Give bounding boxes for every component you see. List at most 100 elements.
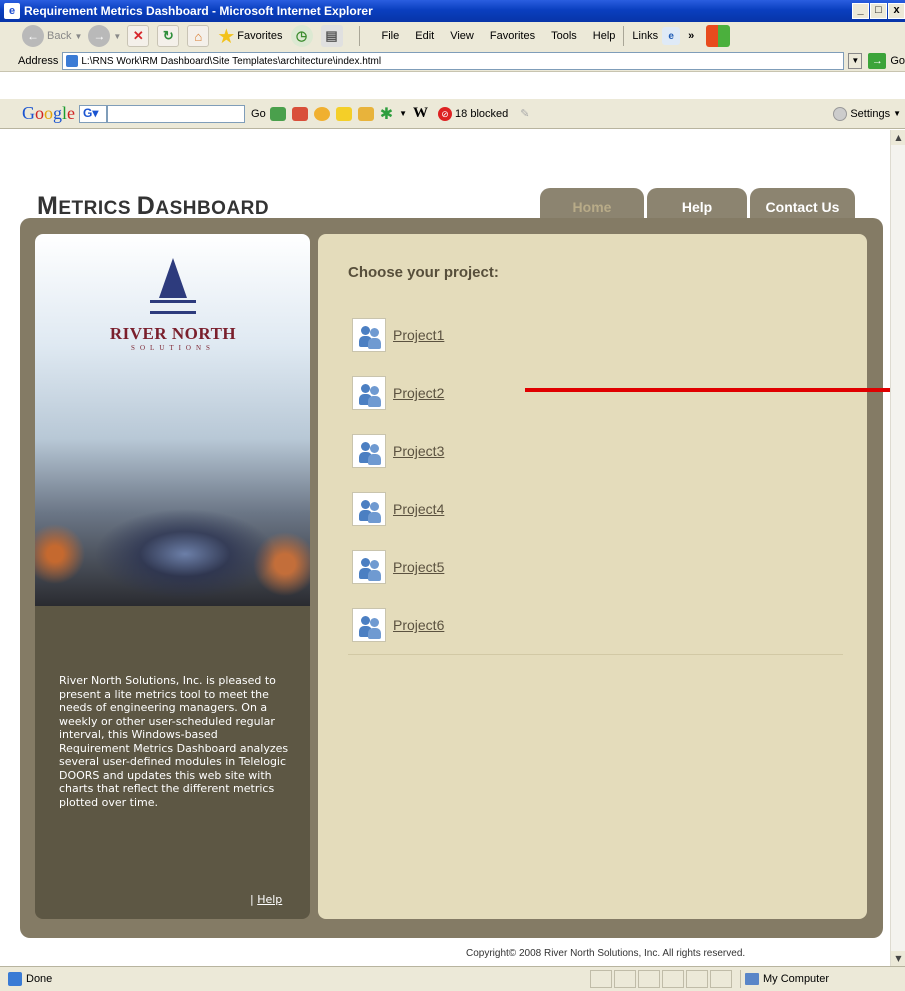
print-icon[interactable]: ▤: [320, 25, 343, 47]
menu-bar: File Edit View Favorites Tools Help: [382, 30, 616, 42]
content-divider: [348, 654, 843, 655]
users-icon[interactable]: [352, 376, 386, 410]
back-arrow-icon: ←: [22, 25, 44, 47]
google-toolbar: Google G▾ Go ✱ ▼ W ⊘ 18 blocked ✎ Settin…: [0, 99, 905, 129]
users-icon[interactable]: [352, 492, 386, 526]
vertical-scrollbar[interactable]: ▲ ▼: [890, 130, 905, 966]
sidebar-help: | Help: [250, 893, 282, 906]
close-window-button[interactable]: x: [888, 3, 905, 19]
status-pane: [638, 970, 660, 988]
menu-view[interactable]: View: [450, 30, 474, 42]
status-pane: [686, 970, 708, 988]
windows-logo-icon: [706, 25, 731, 47]
sidebar: RIVER NORTH SOLUTIONS River North Soluti…: [35, 234, 310, 919]
page-icon: [66, 55, 79, 67]
back-dropdown-icon[interactable]: ▼: [74, 32, 82, 41]
zone-label: My Computer: [763, 973, 830, 985]
status-text: Done: [26, 973, 53, 985]
list-item: Project2: [352, 364, 444, 422]
project-link-5[interactable]: Project5: [393, 559, 444, 575]
minimize-button[interactable]: _: [852, 3, 869, 19]
links-button[interactable]: Links: [632, 30, 658, 42]
chevron-more-icon[interactable]: »: [688, 30, 694, 42]
highlight-icon[interactable]: [335, 106, 352, 121]
project-link-4[interactable]: Project4: [393, 501, 444, 517]
scroll-down-icon[interactable]: ▼: [891, 951, 905, 966]
news-icon[interactable]: [291, 106, 308, 121]
copyright-text: Copyright© 2008 River North Solutions, I…: [466, 948, 746, 959]
status-panes: [590, 970, 732, 988]
forward-button[interactable]: → ▼: [88, 25, 121, 47]
status-pane: [614, 970, 636, 988]
wikipedia-icon[interactable]: W: [413, 105, 428, 122]
refresh-icon[interactable]: ↻: [157, 25, 180, 47]
favorites-button[interactable]: ★ Favorites: [217, 24, 282, 49]
window-title-bar[interactable]: e Requirement Metrics Dashboard - Micros…: [0, 0, 905, 22]
settings-icon: [833, 106, 848, 121]
page-viewport: METRICS DASHBOARD Home Help Contact Us R…: [0, 130, 905, 966]
autofill-icon[interactable]: [357, 106, 374, 121]
toolbar-separator: [623, 26, 625, 46]
spell-check-icon[interactable]: ✱: [380, 104, 393, 124]
choose-project-heading: Choose your project:: [348, 264, 499, 281]
hero-image: RIVER NORTH SOLUTIONS: [35, 234, 310, 606]
window-controls: _ □ x: [852, 3, 905, 19]
project-link-6[interactable]: Project6: [393, 617, 444, 633]
list-item: Project5: [352, 538, 444, 596]
toolbar-separator: [358, 26, 360, 46]
project-link-2[interactable]: Project2: [393, 385, 444, 401]
google-settings-button[interactable]: Settings ▼: [833, 106, 901, 121]
popup-blocker[interactable]: ⊘ 18 blocked: [438, 106, 508, 121]
security-zone[interactable]: My Computer: [740, 970, 829, 988]
google-go-button[interactable]: Go: [251, 108, 266, 120]
forward-arrow-icon: →: [88, 25, 111, 47]
google-menu-button[interactable]: G▾: [79, 104, 108, 123]
status-pane: [662, 970, 684, 988]
compass-icon[interactable]: [313, 106, 330, 121]
back-button[interactable]: ← Back ▼: [22, 25, 82, 47]
ie-icon: e: [4, 3, 20, 19]
menu-help[interactable]: Help: [593, 30, 616, 42]
users-icon[interactable]: [352, 318, 386, 352]
google-logo-icon[interactable]: Google: [22, 103, 75, 124]
waves-icon: [150, 300, 196, 314]
link-page-icon[interactable]: e: [662, 27, 681, 45]
google-toolbar-icons: ✱ ▼ W: [269, 104, 428, 124]
address-label: Address: [18, 55, 59, 67]
sidebar-help-link[interactable]: Help: [257, 893, 282, 906]
history-icon[interactable]: ◷: [290, 25, 313, 47]
list-item: Project4: [352, 480, 444, 538]
pencil-icon[interactable]: ✎: [520, 107, 529, 120]
home-icon[interactable]: ⌂: [187, 25, 210, 47]
menu-edit[interactable]: Edit: [415, 30, 434, 42]
go-arrow-icon: →: [868, 53, 887, 69]
scroll-up-icon[interactable]: ▲: [891, 130, 905, 145]
users-icon[interactable]: [352, 608, 386, 642]
menu-favorites[interactable]: Favorites: [490, 30, 535, 42]
users-icon[interactable]: [352, 550, 386, 584]
list-item: Project6: [352, 596, 444, 654]
maximize-button[interactable]: □: [870, 3, 887, 19]
address-dropdown-icon[interactable]: ▼: [848, 53, 863, 69]
project-link-1[interactable]: Project1: [393, 327, 444, 343]
favorites-star-icon: ★: [217, 25, 236, 48]
users-icon[interactable]: [352, 434, 386, 468]
logo-tagline: SOLUTIONS: [131, 344, 215, 352]
pagerank-icon[interactable]: [269, 106, 286, 121]
options-dropdown-icon[interactable]: ▼: [399, 109, 407, 118]
menu-file[interactable]: File: [382, 30, 400, 42]
address-value: L:\RNS Work\RM Dashboard\Site Templates\…: [81, 55, 382, 67]
project-link-3[interactable]: Project3: [393, 443, 444, 459]
forward-dropdown-icon[interactable]: ▼: [113, 32, 121, 41]
popup-blocked-icon: ⊘: [438, 106, 453, 121]
address-input[interactable]: L:\RNS Work\RM Dashboard\Site Templates\…: [62, 52, 845, 70]
go-button[interactable]: → Go: [868, 53, 905, 69]
status-pane: [710, 970, 732, 988]
river-north-logo: RIVER NORTH SOLUTIONS: [108, 258, 238, 352]
computer-icon: [745, 973, 759, 985]
google-search-input[interactable]: [107, 104, 246, 123]
stop-icon[interactable]: ✕: [127, 25, 150, 47]
menu-tools[interactable]: Tools: [551, 30, 577, 42]
status-pane: [590, 970, 612, 988]
main-content: Choose your project: Project1 Project2 P…: [318, 234, 867, 919]
